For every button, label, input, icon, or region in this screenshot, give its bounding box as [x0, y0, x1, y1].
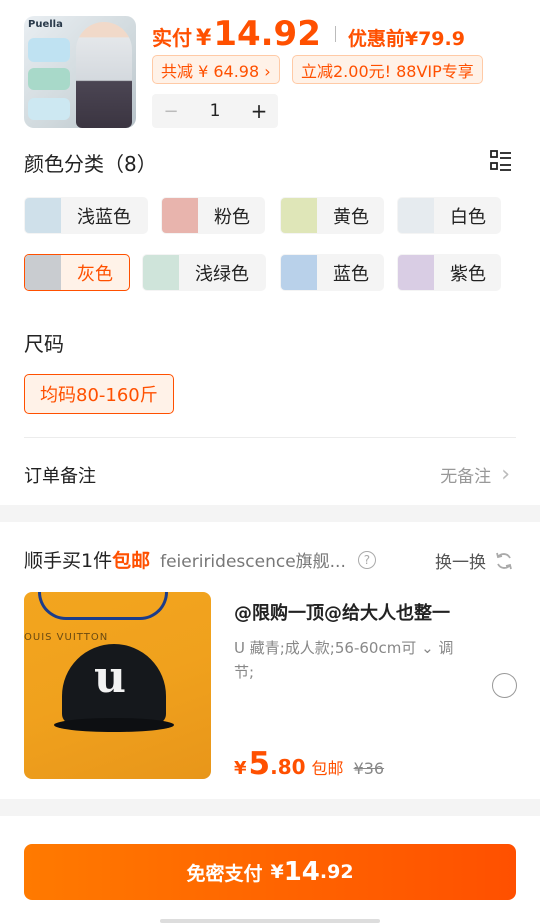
color-option-gray[interactable]: 灰色 — [24, 254, 130, 291]
color-option-label: 蓝色 — [333, 263, 369, 285]
addon-price-currency: ¥ — [234, 758, 247, 779]
addon-price-dec: .80 — [270, 755, 306, 779]
addon-shipping: 包邮 — [311, 759, 344, 778]
addon-heading: 顺手买1件 包邮 feieriridescence旗舰... ? — [24, 546, 376, 573]
thumb-badge — [28, 38, 70, 62]
addon-select-radio[interactable] — [492, 673, 517, 698]
quantity-value[interactable]: 1 — [190, 101, 240, 121]
color-swatch — [398, 255, 434, 290]
price-divider — [334, 26, 336, 42]
color-swatch — [25, 198, 61, 233]
bag-print-text: OUIS VUITTON — [24, 632, 109, 643]
quantity-stepper: − 1 + — [152, 94, 278, 128]
addon-price: ¥ 5 .80 包邮 ¥36 — [234, 746, 384, 782]
color-option-label: 浅绿色 — [195, 263, 249, 285]
product-thumbnail[interactable]: Puella — [24, 16, 136, 128]
cap-brim — [54, 718, 174, 732]
pay-amount-int: 14 — [283, 857, 320, 887]
addon-product-image[interactable]: OUIS VUITTON u — [24, 592, 211, 779]
size-option[interactable]: 均码80-160斤 — [24, 374, 174, 414]
home-indicator — [160, 919, 380, 923]
addon-heading-text: 顺手买1件 — [24, 550, 113, 572]
bag-handle — [38, 592, 168, 620]
order-note-value: 无备注 — [440, 467, 492, 487]
free-shipping-tag: 包邮 — [112, 550, 151, 572]
sku-sheet: Puella 实付 ¥ 14.92 优惠前¥79.9 共减 ¥ 64.98 › … — [0, 0, 540, 505]
thumb-badge — [28, 98, 70, 120]
store-name[interactable]: feieriridescence旗舰... — [160, 547, 346, 572]
price-label: 实付 — [152, 26, 192, 50]
vip-discount-badge: 立减2.00元! 88VIP专享 — [292, 55, 483, 84]
color-option-label: 粉色 — [214, 206, 250, 228]
color-option-label: 紫色 — [450, 263, 486, 285]
color-option-blue[interactable]: 蓝色 — [280, 254, 384, 291]
color-section-title: 颜色分类（8） — [24, 152, 157, 176]
order-note-label: 订单备注 — [24, 466, 96, 487]
color-swatch — [162, 198, 198, 233]
color-option-label: 浅蓝色 — [77, 206, 131, 228]
color-option-label: 黄色 — [333, 206, 369, 228]
price-value: 14.92 — [213, 14, 321, 54]
discount-detail-button[interactable]: 共减 ¥ 64.98 › — [152, 55, 280, 84]
increment-button[interactable]: + — [240, 99, 278, 123]
color-option-yellow[interactable]: 黄色 — [280, 197, 384, 234]
color-swatch — [25, 255, 61, 290]
color-option-light-green[interactable]: 浅绿色 — [142, 254, 266, 291]
thumb-model — [76, 22, 132, 128]
size-section-title: 尺码 — [24, 332, 64, 356]
color-swatch — [398, 198, 434, 233]
refresh-button[interactable]: 换一换 — [435, 548, 514, 573]
cap-logo: u — [94, 652, 126, 703]
addon-spec-selector[interactable]: U 藏青;成人款;56-60cm可 ⌄ 调节; — [234, 636, 464, 684]
refresh-label: 换一换 — [435, 553, 486, 573]
color-swatch — [281, 255, 317, 290]
color-option-label: 白色 — [450, 206, 486, 228]
decrement-button[interactable]: − — [152, 101, 190, 122]
footer-bar: 免密支付 ¥ 14 .92 — [0, 816, 540, 924]
addon-product-title[interactable]: @限购一顶@给大人也整一 — [234, 599, 450, 625]
original-price: 优惠前¥79.9 — [347, 28, 465, 50]
thumb-brand: Puella — [28, 19, 63, 30]
list-view-icon[interactable] — [490, 150, 512, 172]
addon-price-int: 5 — [248, 746, 271, 782]
pay-currency: ¥ — [270, 861, 284, 883]
color-option-pink[interactable]: 粉色 — [161, 197, 265, 234]
color-option-label: 灰色 — [77, 263, 113, 285]
pay-label: 免密支付 — [186, 862, 263, 885]
order-note-field[interactable]: 无备注 › — [440, 462, 510, 487]
price-currency: ¥ — [196, 26, 212, 51]
color-swatch — [281, 198, 317, 233]
chevron-right-icon: › — [501, 462, 510, 487]
color-option-purple[interactable]: 紫色 — [397, 254, 501, 291]
addon-recommendation-card: 顺手买1件 包邮 feieriridescence旗舰... ? 换一换 OUIS… — [0, 522, 540, 799]
thumb-badge — [28, 68, 70, 90]
price-row: 实付 ¥ 14.92 优惠前¥79.9 — [152, 14, 465, 54]
color-option-light-blue[interactable]: 浅蓝色 — [24, 197, 148, 234]
divider — [24, 437, 516, 438]
refresh-icon — [496, 552, 512, 569]
addon-original-price: ¥36 — [353, 759, 385, 778]
pay-button[interactable]: 免密支付 ¥ 14 .92 — [24, 844, 516, 900]
pay-amount-dec: .92 — [319, 861, 354, 883]
color-option-white[interactable]: 白色 — [397, 197, 501, 234]
help-icon[interactable]: ? — [357, 550, 376, 569]
color-swatch — [143, 255, 179, 290]
